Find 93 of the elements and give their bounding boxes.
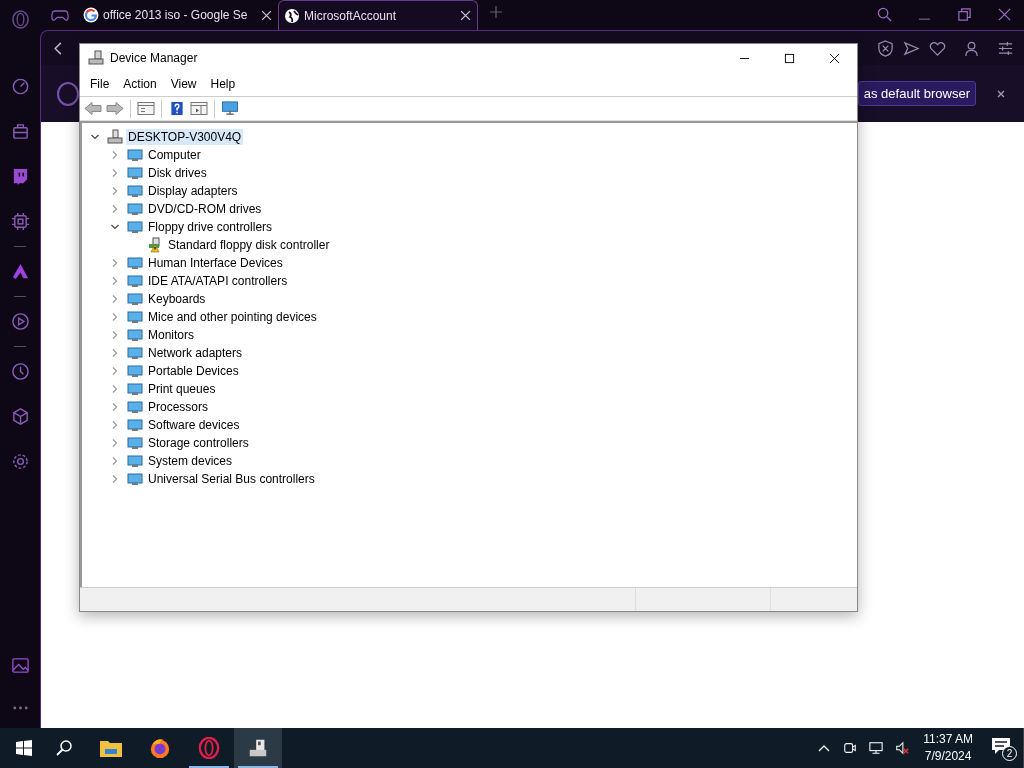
tree-item[interactable]: Software devices [146,417,242,433]
expander-icon[interactable] [110,222,120,232]
tree-item[interactable]: Monitors [146,327,196,343]
tree-item[interactable]: Display adapters [146,183,240,199]
window-title: Device Manager [110,51,198,65]
tree-item[interactable]: Processors [146,399,211,415]
device-icon [127,309,143,325]
menu-item[interactable]: Action [116,77,164,91]
tree-item[interactable]: System devices [146,453,235,469]
set-default-button[interactable]: as default browser [857,81,976,106]
clock-icon[interactable] [10,362,30,381]
device-icon [127,201,143,217]
tree-item[interactable]: Network adapters [146,345,245,361]
heart-icon[interactable] [929,39,946,57]
properties-icon[interactable] [137,101,155,116]
device-icon [127,327,143,343]
maximize-icon[interactable] [784,52,795,64]
tree-item[interactable]: Computer [146,147,203,163]
device-icon [127,453,143,469]
device-icon [127,399,143,415]
camera-icon[interactable] [843,741,858,755]
tree-item[interactable]: Floppy drive controllers [146,219,275,235]
computer-icon [107,129,123,145]
tree-item[interactable]: Human Interface Devices [146,255,285,271]
shield-icon[interactable] [877,39,894,57]
tree-item[interactable]: Universal Serial Bus controllers [146,471,317,487]
device-icon [127,471,143,487]
monitor-icon[interactable] [221,101,239,116]
search-icon[interactable] [55,739,73,757]
device-icon [127,345,143,361]
back-icon[interactable] [53,40,63,56]
windows-start-icon[interactable] [16,740,32,756]
person-icon[interactable] [963,39,980,57]
device-icon [127,255,143,271]
device-icon [127,273,143,289]
chip-icon[interactable] [10,212,30,231]
tree-item[interactable]: Disk drives [146,165,209,181]
close-icon[interactable] [996,88,1006,99]
device-icon [127,417,143,433]
tree-item[interactable]: Standard floppy disk controller [166,237,332,253]
taskbar-app[interactable] [234,728,282,768]
opera-logo-icon [56,81,80,106]
device-icon [127,381,143,397]
help-icon[interactable] [168,101,186,116]
device-icon [127,219,143,235]
image-icon[interactable] [10,656,30,675]
tree-item[interactable]: DVD/CD-ROM drives [146,201,264,217]
gamepad-icon [51,8,69,22]
volume-muted-icon[interactable] [895,741,910,755]
notification-badge: 2 [1002,746,1017,761]
tab-title: office 2013 iso - Google Se [103,8,249,22]
speedometer-icon[interactable] [10,77,30,96]
settings-icon[interactable] [997,39,1014,57]
tab-title: MicrosoftAccount [304,8,398,23]
device-icon [127,363,143,379]
device-icon [127,291,143,307]
opera-logo-icon [197,737,221,759]
browser-tab[interactable]: office 2013 iso - Google Se [78,0,278,30]
add-tab-icon[interactable] [490,6,502,18]
menu-item[interactable]: View [163,77,204,91]
tree-item[interactable]: Print queues [146,381,218,397]
google-icon [83,7,99,23]
forward-arrow-icon[interactable] [106,101,124,116]
tree-item[interactable]: IDE ATA/ATAPI controllers [146,273,290,289]
settings-icon[interactable] [10,452,30,471]
restore-icon[interactable] [957,7,972,22]
update-driver-icon[interactable] [190,101,208,116]
device-icon [127,147,143,163]
tree-item[interactable]: Mice and other pointing devices [146,309,319,325]
bag-icon[interactable] [10,122,30,141]
firefox-icon [148,737,172,759]
play-icon[interactable] [10,312,30,331]
device-icon [127,165,143,181]
tree-item[interactable]: DESKTOP-V300V4Q [126,129,244,145]
globe-icon [284,7,300,24]
menu-item[interactable]: File [83,77,117,91]
cube-icon[interactable] [10,407,30,426]
tree-item[interactable]: Portable Devices [146,363,241,379]
close-icon[interactable] [829,52,840,64]
expander-icon[interactable] [90,132,100,142]
tree-item[interactable]: Keyboards [146,291,208,307]
menu-item[interactable]: Help [203,77,243,91]
device-icon [127,183,143,199]
back-arrow-icon[interactable] [84,101,102,116]
triangle-logo-icon[interactable] [10,262,30,281]
send-icon[interactable] [903,39,920,57]
network-icon[interactable] [869,741,884,755]
tree-item[interactable]: Storage controllers [146,435,251,451]
browser-tab[interactable]: MicrosoftAccount [278,0,478,30]
taskbar-clock[interactable]: 11:37 AM 7/9/2024 [923,731,973,765]
device-icon [127,435,143,451]
device-manager-icon [88,50,104,66]
opera-logo-icon[interactable] [10,10,30,29]
